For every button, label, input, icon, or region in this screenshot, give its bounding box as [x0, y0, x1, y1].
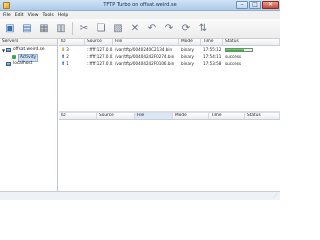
transfer-progress-bar — [225, 47, 253, 52]
server-label: offsat.weird.se — [13, 47, 45, 52]
resize-grip-icon[interactable]: ⋰ — [273, 193, 278, 199]
new-server-icon[interactable]: ▣ — [3, 22, 17, 36]
table-row[interactable]: ⬇3 ::ffff:127.0.0.1 /var/tftp/0040240C21… — [59, 46, 280, 53]
details-table: ID Source File Mode Time Status — [59, 113, 280, 191]
servers-pane: Servers ▼ offsat.weird.se Activity local… — [0, 39, 58, 191]
transfers-header: ID Source File Mode Time Status — [59, 39, 280, 46]
delete-icon[interactable]: ✕ — [128, 22, 142, 36]
copy-icon[interactable]: ❏ — [94, 22, 108, 36]
row-mode: binary — [181, 54, 194, 59]
col-file[interactable]: File — [113, 39, 179, 45]
menu-help[interactable]: Help — [58, 13, 68, 18]
title-bar: TFTP Turbo on offsat.weird.se – □ ✕ — [0, 0, 280, 11]
col-source[interactable]: Source — [85, 39, 113, 45]
row-id: 1 — [66, 61, 69, 66]
menu-bar: File Edit View Tools Help — [0, 11, 280, 19]
menu-file[interactable]: File — [3, 13, 11, 18]
server-icon — [6, 47, 11, 52]
save-icon[interactable]: ▤ — [20, 22, 34, 36]
paste-icon[interactable]: ▧ — [111, 22, 125, 36]
row-status: success — [225, 54, 242, 59]
col-source[interactable]: Source — [97, 113, 135, 119]
row-time: 17:55:12 — [203, 47, 222, 52]
close-button[interactable]: ✕ — [262, 1, 279, 9]
properties-icon[interactable]: ▥ — [54, 22, 68, 36]
undo-icon[interactable]: ↶ — [145, 22, 159, 36]
row-mode: binary — [181, 61, 194, 66]
row-time: 17:53:58 — [203, 61, 222, 66]
col-id[interactable]: ID — [59, 39, 85, 45]
minimize-button[interactable]: – — [236, 1, 248, 9]
row-source: ::ffff:127.0.0.1 — [87, 54, 113, 59]
col-status[interactable]: Status — [245, 113, 280, 119]
server-node-offsat[interactable]: ▼ offsat.weird.se — [0, 46, 57, 53]
cut-icon[interactable]: ✂ — [77, 22, 91, 36]
refresh-icon[interactable]: ⟳ — [179, 22, 193, 36]
server-node-localhost[interactable]: localhost — [0, 60, 57, 67]
server-icon — [6, 61, 11, 66]
col-time[interactable]: Time — [201, 39, 223, 45]
table-row[interactable]: ⬆2 ::ffff:127.0.0.1 /var/tftp/00404242F0… — [59, 53, 280, 60]
row-file: /var/tftp/0040240C2134.bin — [115, 47, 173, 52]
col-status[interactable]: Status — [223, 39, 280, 45]
transfers-table: ID Source File Mode Time Status ⬇3 ::fff… — [59, 39, 280, 111]
col-time[interactable]: Time — [209, 113, 245, 119]
col-mode[interactable]: Mode — [173, 113, 209, 119]
redo-icon[interactable]: ↷ — [162, 22, 176, 36]
row-source: ::ffff:127.0.0.1 — [87, 47, 113, 52]
activity-icon — [12, 54, 16, 59]
col-mode[interactable]: Mode — [179, 39, 201, 45]
upload-arrow-icon: ⬆ — [61, 61, 66, 67]
row-mode: binary — [181, 47, 194, 52]
col-id[interactable]: ID — [59, 113, 97, 119]
row-source: ::ffff:127.0.0.1 — [87, 61, 113, 66]
row-time: 17:54:11 — [203, 54, 222, 59]
tree-item-activity[interactable]: Activity — [0, 53, 57, 62]
print-icon[interactable]: ▦ — [37, 22, 51, 36]
row-id: 2 — [66, 54, 69, 59]
servers-header: Servers — [0, 39, 57, 46]
progress-fill — [226, 48, 244, 51]
menu-view[interactable]: View — [28, 13, 39, 18]
row-file: /var/tftp/00404242F0106.bin — [115, 61, 175, 66]
server-label: localhost — [13, 61, 33, 66]
menu-tools[interactable]: Tools — [43, 13, 54, 18]
row-status: success — [225, 61, 242, 66]
details-header: ID Source File Mode Time Status — [59, 113, 280, 120]
row-id: 3 — [66, 47, 69, 52]
toolbar: ▣ ▤ ▦ ▥ ✂ ❏ ▧ ✕ ↶ ↷ ⟳ ⇅ — [0, 19, 280, 39]
maximize-button[interactable]: □ — [249, 1, 261, 9]
table-row[interactable]: ⬆1 ::ffff:127.0.0.1 /var/tftp/00404242F0… — [59, 60, 280, 67]
menu-edit[interactable]: Edit — [15, 13, 24, 18]
row-file: /var/tftp/00404242F0274.bin — [115, 54, 175, 59]
col-file[interactable]: File — [135, 113, 173, 119]
status-bar: ⋰ — [0, 191, 280, 200]
connect-icon[interactable]: ⇅ — [196, 22, 210, 36]
toolbar-separator — [72, 22, 73, 35]
